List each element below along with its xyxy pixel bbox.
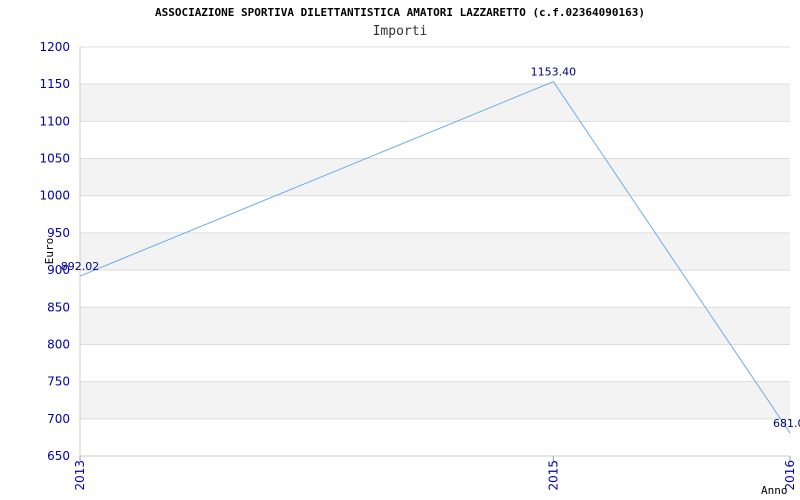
y-tick-label: 1150 bbox=[39, 77, 70, 91]
grid-band bbox=[80, 232, 790, 271]
grid-band bbox=[80, 84, 790, 122]
data-label: 681.0 bbox=[773, 417, 800, 430]
y-tick-label: 1000 bbox=[39, 189, 70, 203]
data-label: 1153.40 bbox=[531, 66, 577, 79]
y-tick-label: 700 bbox=[47, 412, 70, 426]
y-tick-label: 1100 bbox=[39, 114, 70, 128]
x-tick-label: 2013 bbox=[73, 460, 87, 491]
y-tick-label: 750 bbox=[47, 375, 70, 389]
y-tick-label: 650 bbox=[47, 449, 70, 463]
y-tick-label: 850 bbox=[47, 300, 70, 314]
x-tick-label: 2015 bbox=[546, 460, 560, 491]
grid-band bbox=[80, 381, 790, 419]
y-tick-label: 800 bbox=[47, 337, 70, 351]
y-axis-label: Euro bbox=[43, 238, 56, 265]
chart-container: ASSOCIAZIONE SPORTIVA DILETTANTISTICA AM… bbox=[0, 0, 800, 500]
grid-band bbox=[80, 307, 790, 345]
grid-band bbox=[80, 158, 790, 196]
y-tick-label: 1050 bbox=[39, 152, 70, 166]
x-axis-label: Anno bbox=[761, 484, 788, 497]
data-label: 892.02 bbox=[61, 260, 100, 273]
y-tick-label: 1200 bbox=[39, 40, 70, 54]
line-chart: 6507007508008509009501000105011001150120… bbox=[39, 40, 800, 497]
